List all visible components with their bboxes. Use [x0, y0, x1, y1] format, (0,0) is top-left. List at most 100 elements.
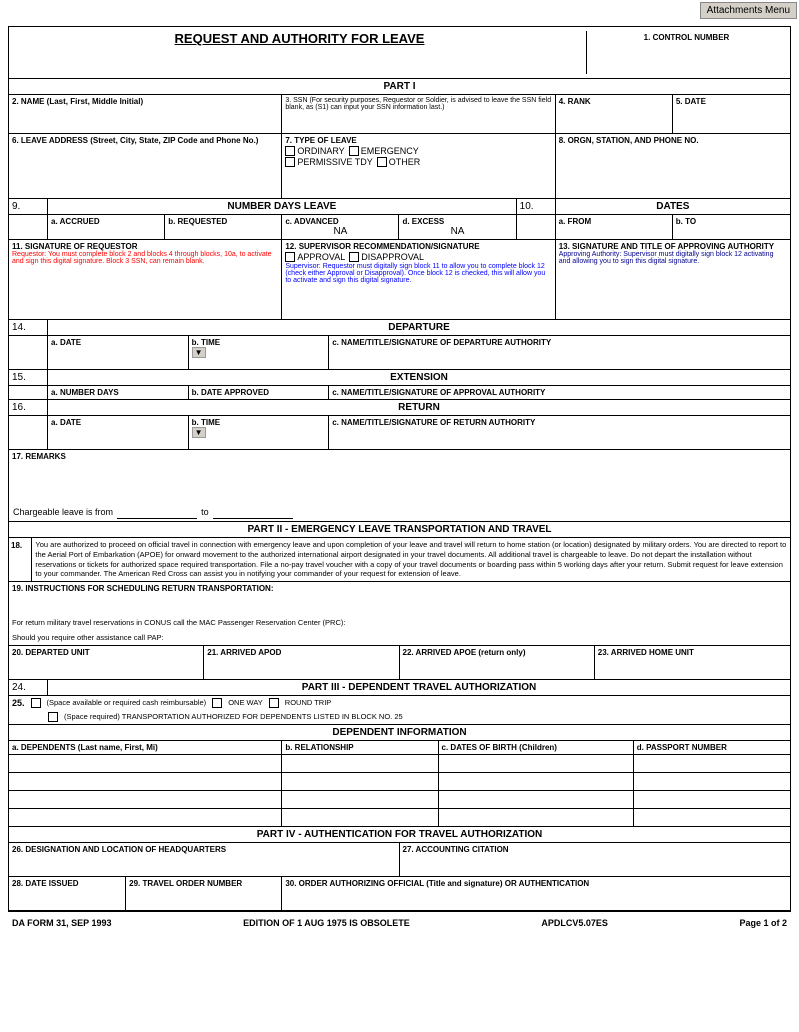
accrued-cell: a. ACCRUED [48, 215, 165, 239]
date-cell: 5. DATE [673, 95, 790, 133]
dep2-passport[interactable] [634, 773, 790, 790]
disapproval-checkbox[interactable] [349, 252, 359, 262]
one-way-label: ONE WAY [228, 698, 263, 708]
space-req-checkbox[interactable] [48, 712, 58, 722]
ordinary-label: ORDINARY [297, 146, 344, 156]
ret-time-dropdown[interactable]: ▼ [192, 427, 206, 438]
dep-name-col-header: a. DEPENDENTS (Last name, First, Mi) [9, 741, 282, 754]
row9-spacer [9, 215, 48, 239]
dep-unit-cell: 20. DEPARTED UNIT [9, 646, 204, 679]
order-auth-field[interactable] [285, 888, 787, 908]
one-way-checkbox[interactable] [212, 698, 222, 708]
dep3-passport[interactable] [634, 791, 790, 808]
num-days-header: NUMBER DAYS LEAVE [48, 199, 517, 214]
dep1-dob[interactable] [439, 755, 634, 772]
dep2-dob[interactable] [439, 773, 634, 790]
dep4-rel[interactable] [282, 809, 438, 826]
space-avail-checkbox[interactable] [31, 698, 41, 708]
dep2-rel[interactable] [282, 773, 438, 790]
attachments-menu-button[interactable]: Attachments Menu [700, 2, 797, 19]
other-checkbox[interactable] [377, 157, 387, 167]
rank-field[interactable] [559, 106, 669, 126]
dep-unit-field[interactable] [12, 657, 200, 677]
travel-order-field[interactable] [129, 888, 278, 908]
dep4-dob[interactable] [439, 809, 634, 826]
dep1-name[interactable] [9, 755, 282, 772]
date-field[interactable] [676, 106, 787, 126]
approving-label: 13. SIGNATURE AND TITLE OF APPROVING AUT… [559, 242, 787, 251]
row10-num: 10. [517, 199, 556, 214]
arrived-apod-field[interactable] [207, 657, 395, 677]
type-leave-cell: 7. TYPE OF LEAVE ORDINARY EMERGENCY [282, 134, 555, 198]
dep1-passport[interactable] [634, 755, 790, 772]
approving-dark-blue-text: Approving Authority: Supervisor must dig… [559, 251, 787, 265]
other-item[interactable]: OTHER [377, 157, 421, 167]
supervisor-cell: 12. SUPERVISOR RECOMMENDATION/SIGNATURE … [282, 240, 555, 319]
row-19: 19. INSTRUCTIONS FOR SCHEDULING RETURN T… [9, 582, 790, 646]
dep1-rel[interactable] [282, 755, 438, 772]
ssn-field[interactable] [285, 111, 551, 131]
control-number-field[interactable] [591, 42, 782, 72]
permissive-item[interactable]: PERMISSIVE TDY [285, 157, 372, 167]
dep-time-dropdown[interactable]: ▼ [192, 347, 206, 358]
chargeable-to-field[interactable] [213, 505, 293, 519]
arrived-home-field[interactable] [598, 657, 787, 677]
sig-requestor-cell: 11. SIGNATURE OF REQUESTOR Requestor: Yo… [9, 240, 282, 319]
chargeable-row: Chargeable leave is from to [9, 503, 297, 521]
date-issued-cell: 28. DATE ISSUED [9, 877, 126, 910]
dep3-rel[interactable] [282, 791, 438, 808]
row24-num: 24. [9, 680, 48, 695]
row24-label: 24. [12, 682, 26, 693]
pap-text: Should you require other assistance call… [12, 633, 164, 642]
round-trip-checkbox[interactable] [269, 698, 279, 708]
accounting-field[interactable] [403, 854, 788, 874]
form-id: DA FORM 31, SEP 1993 [12, 918, 112, 928]
ret-name-cell: c. NAME/TITLE/SIGNATURE OF RETURN AUTHOR… [329, 416, 790, 449]
row19-cell: 19. INSTRUCTIONS FOR SCHEDULING RETURN T… [9, 582, 790, 595]
remarks-field[interactable] [9, 463, 790, 503]
ordinary-checkbox[interactable] [285, 146, 295, 156]
ordinary-item[interactable]: ORDINARY [285, 146, 344, 156]
excess-value[interactable]: NA [402, 226, 512, 237]
pap-text-row: Should you require other assistance call… [9, 630, 790, 645]
page: Attachments Menu REQUEST AND AUTHORITY F… [0, 0, 799, 1032]
permissive-checkbox[interactable] [285, 157, 295, 167]
disapproval-item[interactable]: DISAPPROVAL [349, 252, 424, 262]
excess-cell: d. EXCESS NA [399, 215, 516, 239]
space-req-label: (Space required) TRANSPORTATION AUTHORIZ… [64, 712, 403, 722]
row16-label: 16. [12, 402, 26, 413]
travel-order-label: 29. TRAVEL ORDER NUMBER [129, 879, 278, 888]
dep-passport-col-label: d. PASSPORT NUMBER [637, 743, 787, 752]
dep-date-field[interactable] [51, 347, 185, 367]
dep4-name[interactable] [9, 809, 282, 826]
arrived-apoe-field[interactable] [403, 657, 591, 677]
dep3-dob[interactable] [439, 791, 634, 808]
approval-checkbox[interactable] [285, 252, 295, 262]
ret-time-field[interactable]: ▼ [192, 427, 326, 447]
dep-row-1 [9, 755, 790, 773]
accrued-label: a. ACCRUED [51, 217, 161, 226]
row-14-header: 14. DEPARTURE [9, 320, 790, 336]
emergency-checkbox[interactable] [349, 146, 359, 156]
advanced-cell: c. ADVANCED NA [282, 215, 399, 239]
orgn-field[interactable] [559, 145, 787, 195]
row18-text: You are authorized to proceed on officia… [35, 540, 787, 579]
ret-date-field[interactable] [51, 427, 185, 447]
designation-field[interactable] [12, 854, 396, 874]
name-field[interactable] [12, 106, 278, 126]
dep-dob-col-header: c. DATES OF BIRTH (Children) [439, 741, 634, 754]
chargeable-from-field[interactable] [117, 505, 197, 519]
approval-item[interactable]: APPROVAL [285, 252, 345, 262]
name-approval-cell: c. NAME/TITLE/SIGNATURE OF APPROVAL AUTH… [329, 386, 790, 399]
dep-time-field[interactable]: ▼ [192, 347, 326, 367]
dep-name-field[interactable] [332, 347, 787, 367]
ret-name-field[interactable] [332, 427, 787, 447]
advanced-value[interactable]: NA [285, 226, 395, 237]
row19-field[interactable] [9, 595, 790, 615]
dep3-name[interactable] [9, 791, 282, 808]
dep4-passport[interactable] [634, 809, 790, 826]
dep2-name[interactable] [9, 773, 282, 790]
emergency-item[interactable]: EMERGENCY [349, 146, 419, 156]
date-issued-field[interactable] [12, 888, 122, 908]
leave-address-field[interactable] [12, 145, 278, 195]
